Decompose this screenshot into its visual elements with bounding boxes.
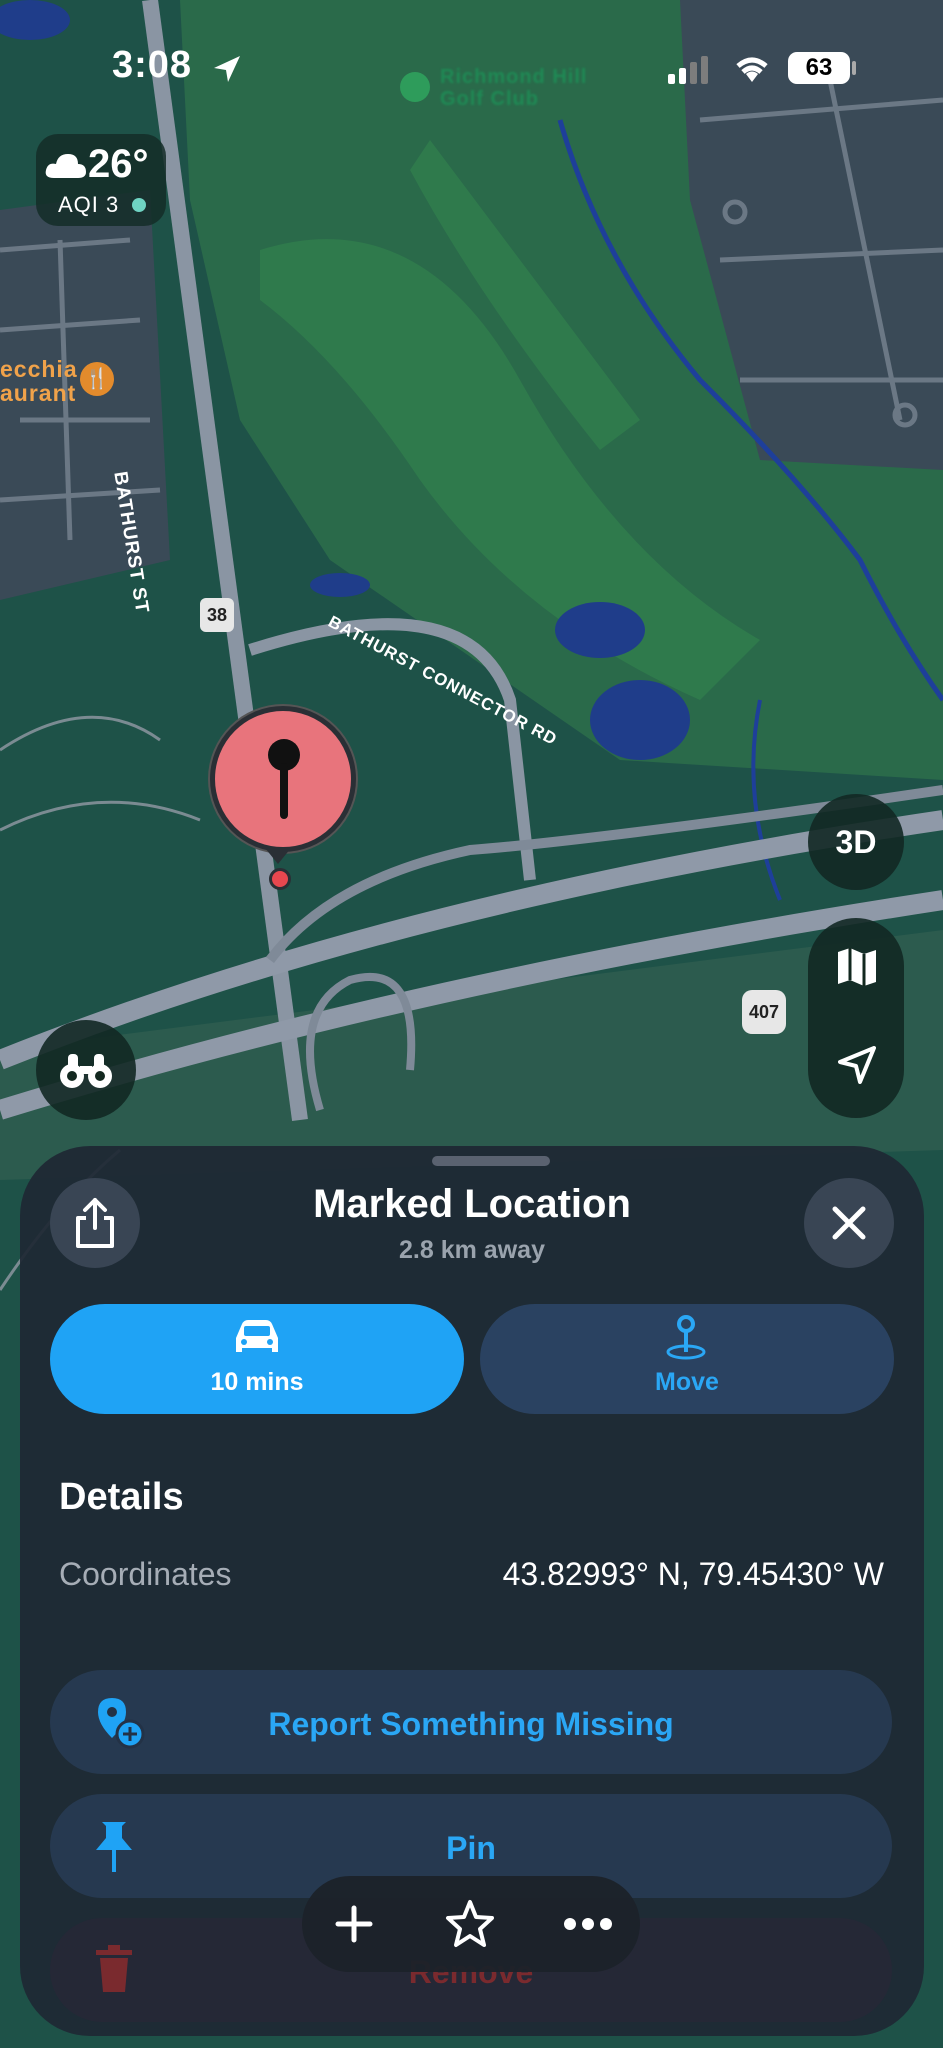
move-pin-icon: [666, 1315, 706, 1360]
binoculars-icon: [60, 1054, 112, 1088]
place-title: Marked Location: [313, 1182, 631, 1226]
sheet-grabber[interactable]: [432, 1156, 550, 1166]
battery-level: 63: [805, 54, 833, 81]
route-shield-38: 38: [200, 598, 234, 632]
car-icon: [236, 1320, 278, 1352]
plus-icon: [335, 1905, 373, 1943]
directions-drive-button[interactable]: 10 mins: [50, 1304, 464, 1414]
close-icon: [832, 1206, 866, 1240]
move-label: Move: [655, 1368, 719, 1396]
wifi-icon: [736, 57, 768, 82]
signal-icon: [668, 56, 708, 84]
location-arrow-icon: [214, 56, 240, 82]
add-button[interactable]: [304, 1876, 404, 1972]
drive-time-label: 10 mins: [210, 1368, 304, 1396]
star-icon: [446, 1900, 494, 1947]
look-around-button[interactable]: [36, 1020, 136, 1120]
aqi-indicator-dot: [132, 198, 146, 212]
map-mode-icon[interactable]: [836, 946, 878, 988]
battery-tip: [852, 61, 856, 75]
place-distance: 2.8 km away: [399, 1236, 545, 1264]
details-heading: Details: [59, 1476, 184, 1518]
pin-label: Pin: [446, 1830, 496, 1866]
pin-tail: [265, 848, 291, 864]
marked-location-pin[interactable]: [210, 706, 356, 852]
map-controls-group: [808, 918, 904, 1118]
status-time: 3:08: [112, 44, 193, 86]
battery-icon: 63: [788, 52, 850, 84]
move-pin-button[interactable]: Move: [480, 1304, 894, 1414]
close-button[interactable]: [804, 1178, 894, 1268]
weather-aqi: AQI 3: [58, 192, 120, 217]
3d-toggle-button[interactable]: 3D: [808, 794, 904, 890]
weather-temperature: 26°: [88, 142, 149, 186]
poi-restaurant-label-2[interactable]: aurant: [0, 380, 76, 407]
cloud-icon: [45, 154, 86, 178]
report-missing-label: Report Something Missing: [268, 1706, 674, 1742]
weather-widget[interactable]: 26° AQI 3: [36, 134, 166, 226]
poi-restaurant-label-1[interactable]: ecchia: [0, 356, 78, 383]
pin-location-dot: [269, 868, 291, 890]
ellipsis-icon: [564, 1918, 612, 1930]
3d-label: 3D: [835, 823, 877, 860]
favorite-button[interactable]: [420, 1876, 520, 1972]
bottom-toolbar: [302, 1876, 640, 1972]
more-button[interactable]: [538, 1876, 638, 1972]
pin-icon: [268, 739, 300, 819]
coordinates-value[interactable]: 43.82993° N, 79.45430° W: [503, 1556, 884, 1593]
status-bar: 3:08 63: [0, 0, 943, 140]
route-shield-407: 407: [742, 990, 786, 1034]
current-location-icon[interactable]: [838, 1046, 876, 1084]
coordinates-label: Coordinates: [59, 1556, 232, 1592]
restaurant-icon[interactable]: 🍴: [80, 362, 114, 396]
report-missing-button[interactable]: Report Something Missing: [50, 1670, 892, 1774]
